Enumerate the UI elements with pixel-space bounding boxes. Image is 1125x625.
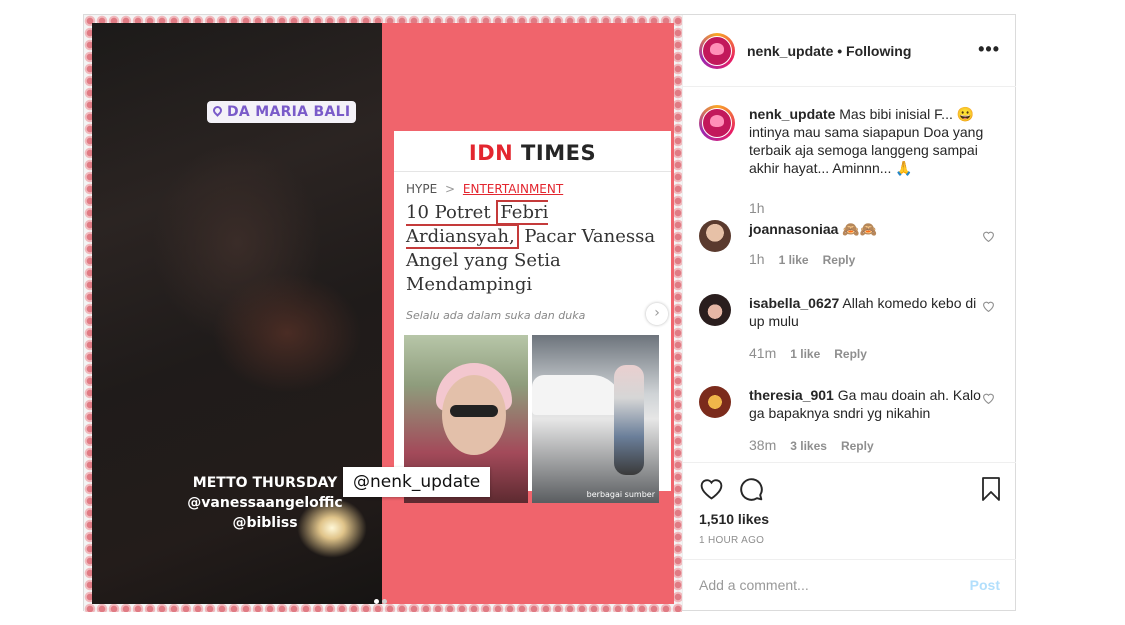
- more-options-icon[interactable]: •••: [978, 39, 1000, 60]
- comment-time[interactable]: 41m: [749, 345, 776, 361]
- comment-likes[interactable]: 3 likes: [790, 439, 827, 453]
- logo-part-times: TIMES: [513, 141, 597, 165]
- avatar[interactable]: [699, 220, 731, 252]
- article-subtitle: Selalu ada dalam suka dan duka: [406, 309, 586, 322]
- likes-count[interactable]: 1,510 likes: [699, 511, 769, 527]
- comment: isabella_0627 Allah komedo kebo di up mu…: [699, 294, 999, 363]
- avatar[interactable]: [699, 294, 731, 326]
- post-header: nenk_update • Following •••: [683, 15, 1016, 87]
- comment-likes[interactable]: 1 like: [790, 347, 820, 361]
- comment-input[interactable]: Add a comment...: [699, 577, 809, 593]
- avatar[interactable]: [699, 33, 735, 69]
- article-headline: 10 Potret Febri Ardiansyah, Pacar Vaness…: [394, 196, 671, 297]
- breadcrumb-category: ENTERTAINMENT: [462, 182, 564, 196]
- car-shape: [532, 375, 622, 415]
- comment: theresia_901 Ga mau doain ah. Kalo ga ba…: [699, 386, 999, 455]
- comment-likes[interactable]: 1 like: [779, 253, 809, 267]
- rider-shape: [614, 365, 644, 475]
- post-timestamp: 1 HOUR AGO: [699, 535, 765, 546]
- comment-text: isabella_0627 Allah komedo kebo di up mu…: [749, 294, 984, 330]
- chevron-right-icon: ›: [654, 305, 660, 321]
- comment-bubble-icon[interactable]: [738, 476, 764, 502]
- comment-time[interactable]: 38m: [749, 437, 776, 453]
- sunglasses-shape: [450, 405, 498, 417]
- heart-icon[interactable]: [982, 392, 995, 404]
- post-header-user: nenk_update • Following: [747, 43, 911, 59]
- follow-status[interactable]: Following: [846, 43, 911, 59]
- add-comment-bar: Add a comment... Post: [683, 559, 1016, 611]
- comment-text: joannasoniaa 🙈🙈: [749, 220, 984, 238]
- carousel-dot: [382, 599, 387, 604]
- instagram-post: DA MARIA BALI METTO THURSDAY @vanessaang…: [83, 14, 1016, 612]
- next-slide-button[interactable]: ›: [646, 303, 668, 325]
- location-pin-icon: [211, 104, 224, 117]
- avatar[interactable]: [699, 105, 735, 141]
- logo-part-idn: IDN: [468, 141, 514, 165]
- comments-list: nenk_update Mas bibi inisial F... 😀 inti…: [683, 88, 1016, 462]
- story-caption: METTO THURSDAY @vanessaangeloffic @bibli…: [170, 473, 360, 533]
- breadcrumb: HYPE > ENTERTAINMENT: [394, 172, 671, 196]
- comment-text: theresia_901 Ga mau doain ah. Kalo ga ba…: [749, 386, 984, 422]
- headline-part: 10 Potret: [406, 202, 497, 223]
- story-caption-line: @vanessaangeloffic: [187, 495, 343, 511]
- username-link[interactable]: nenk_update: [747, 43, 833, 59]
- location-text: DA MARIA BALI: [227, 104, 351, 120]
- photo-source: berbagai sumber: [586, 490, 655, 499]
- like-heart-icon[interactable]: [699, 477, 724, 500]
- username-link[interactable]: isabella_0627: [749, 295, 839, 311]
- comment-body: 🙈🙈: [842, 221, 878, 237]
- breadcrumb-separator: >: [445, 182, 456, 196]
- carousel-dots: [374, 591, 390, 609]
- post-actions: 1,510 likes 1 HOUR AGO Add a comment... …: [683, 462, 1016, 610]
- username-link[interactable]: theresia_901: [749, 387, 834, 403]
- heart-icon[interactable]: [982, 300, 995, 312]
- caption-text: nenk_update Mas bibi inisial F... 😀 inti…: [749, 105, 984, 177]
- story-caption-line: @bibliss: [232, 515, 298, 531]
- bookmark-icon[interactable]: [981, 476, 1001, 502]
- location-sticker: DA MARIA BALI: [207, 101, 357, 123]
- comment-meta: 41m 1 like Reply: [749, 344, 999, 363]
- reply-button[interactable]: Reply: [834, 347, 867, 361]
- reply-button[interactable]: Reply: [841, 439, 874, 453]
- comment: joannasoniaa 🙈🙈 1h 1 like Reply: [699, 220, 999, 269]
- heart-icon[interactable]: [982, 230, 995, 242]
- post-comment-button[interactable]: Post: [970, 577, 1000, 593]
- story-caption-line: METTO THURSDAY: [192, 475, 338, 491]
- carousel-dot-active: [374, 599, 379, 604]
- username-overlay-tag: @nenk_update: [343, 467, 491, 497]
- caption-meta: 1h: [749, 199, 999, 218]
- comment-meta: 38m 3 likes Reply: [749, 436, 999, 455]
- avatar[interactable]: [699, 386, 731, 418]
- comment-time[interactable]: 1h: [749, 251, 765, 267]
- username-link[interactable]: nenk_update: [749, 106, 835, 122]
- story-screenshot: DA MARIA BALI METTO THURSDAY @vanessaang…: [92, 23, 382, 604]
- story-figure-shadow: [212, 273, 362, 393]
- photo-man-scooter: berbagai sumber: [532, 335, 659, 503]
- comment-meta: 1h 1 like Reply: [749, 250, 999, 269]
- reply-button[interactable]: Reply: [823, 253, 856, 267]
- post-media[interactable]: DA MARIA BALI METTO THURSDAY @vanessaang…: [84, 15, 682, 612]
- separator: •: [833, 43, 847, 59]
- caption-comment: nenk_update Mas bibi inisial F... 😀 inti…: [699, 105, 999, 218]
- article-panel: IDN TIMES HYPE > ENTERTAINMENT 10 Potret…: [382, 23, 674, 604]
- username-link[interactable]: joannasoniaa: [749, 221, 838, 237]
- caption-time[interactable]: 1h: [749, 200, 765, 216]
- breadcrumb-home: HYPE: [406, 182, 438, 196]
- idn-times-logo: IDN TIMES: [394, 131, 671, 172]
- post-sidebar: nenk_update • Following ••• nenk_update …: [682, 15, 1016, 610]
